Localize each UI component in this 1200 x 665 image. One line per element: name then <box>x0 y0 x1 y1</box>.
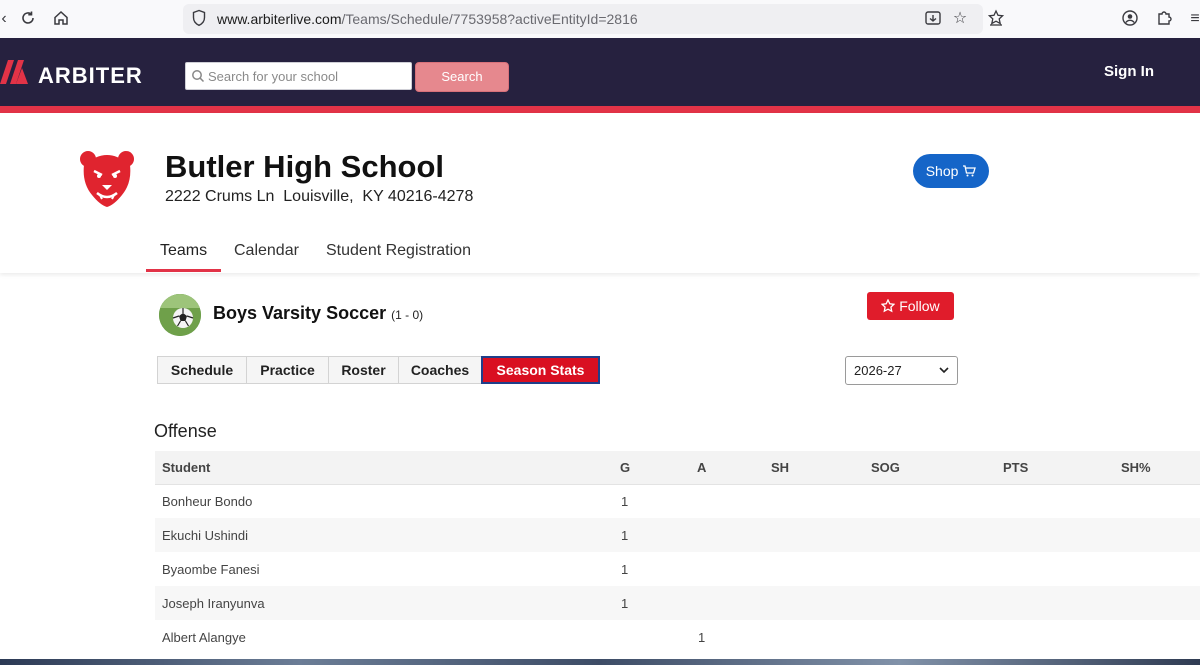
search-icon <box>192 70 205 83</box>
tab-calendar[interactable]: Calendar <box>234 242 299 260</box>
url-host: www.arbiterlive.com <box>217 11 342 27</box>
team-name: Boys Varsity Soccer (1 - 0) <box>213 303 423 324</box>
follow-button[interactable]: Follow <box>867 292 954 320</box>
browser-toolbar: ‹ www.arbiterlive.com/Teams/Schedule/775… <box>0 0 1200 39</box>
school-header: Butler High School 2222 Crums Ln Louisvi… <box>0 113 1200 273</box>
subtab-season-stats[interactable]: Season Stats <box>481 356 600 384</box>
reload-icon[interactable] <box>18 9 38 29</box>
subtab-schedule[interactable]: Schedule <box>157 356 247 384</box>
table-row: Albert Alangye 1 <box>155 620 1200 654</box>
follow-label: Follow <box>899 298 940 314</box>
active-tab-indicator <box>146 269 221 272</box>
soccer-ball-icon <box>159 294 201 336</box>
cell-assists: 1 <box>698 630 706 645</box>
subtab-practice[interactable]: Practice <box>246 356 329 384</box>
bookmark-star-icon[interactable]: ☆ <box>950 9 970 29</box>
back-icon[interactable]: ‹ <box>0 9 14 29</box>
season-select[interactable]: 2026-27 <box>845 356 958 385</box>
offense-section-title: Offense <box>154 421 217 441</box>
cell-student: Albert Alangye <box>162 630 246 645</box>
shield-icon[interactable] <box>189 9 209 29</box>
table-row: Bonheur Bondo 1 <box>155 484 1200 518</box>
extensions-puzzle-icon[interactable] <box>1154 9 1174 29</box>
cell-student: Ekuchi Ushindi <box>162 528 248 543</box>
search-button[interactable]: Search <box>415 62 509 92</box>
school-search-input[interactable] <box>185 62 412 90</box>
col-shot-percentage[interactable]: SH% <box>1121 460 1151 475</box>
cart-icon <box>963 165 977 177</box>
table-header: Student G A SH SOG PTS SH% <box>155 451 1200 485</box>
extension-star-icon[interactable] <box>986 9 1006 29</box>
table-row: Joseph Iranyunva 1 <box>155 586 1200 620</box>
team-avatar <box>159 294 201 336</box>
account-icon[interactable] <box>1120 9 1140 29</box>
col-student[interactable]: Student <box>162 460 210 475</box>
arbiter-logo-text[interactable]: ARBITER <box>38 63 143 89</box>
shop-button[interactable]: Shop <box>913 154 989 188</box>
school-address: 2222 Crums Ln Louisville, KY 40216-4278 <box>165 188 474 205</box>
bear-mascot-logo-icon <box>80 151 134 207</box>
col-goals[interactable]: G <box>620 460 630 475</box>
cell-student: Byaombe Fanesi <box>162 562 260 577</box>
chevron-down-icon <box>939 367 949 374</box>
cell-goals: 1 <box>621 562 629 577</box>
col-shots[interactable]: SH <box>771 460 789 475</box>
site-header: ARBITER Search Sign In <box>0 38 1200 106</box>
cell-student: Joseph Iranyunva <box>162 596 265 611</box>
team-name-text: Boys Varsity Soccer <box>213 303 387 323</box>
col-points[interactable]: PTS <box>1003 460 1028 475</box>
table-row: Ekuchi Ushindi 1 <box>155 518 1200 552</box>
header-accent-stripe <box>0 106 1200 113</box>
tab-teams[interactable]: Teams <box>160 242 207 260</box>
table-row: Byaombe Fanesi 1 <box>155 552 1200 586</box>
menu-icon[interactable]: ≡ <box>1185 9 1200 29</box>
tab-student-registration[interactable]: Student Registration <box>326 242 471 260</box>
subtab-coaches[interactable]: Coaches <box>398 356 482 384</box>
team-record: (1 - 0) <box>391 308 424 322</box>
url-text: www.arbiterlive.com/Teams/Schedule/77539… <box>217 11 638 27</box>
download-page-icon[interactable] <box>923 9 943 29</box>
url-path: /Teams/Schedule/7753958?activeEntityId=2… <box>341 11 638 27</box>
sign-in-link[interactable]: Sign In <box>1104 63 1154 80</box>
school-name: Butler High School <box>165 149 444 184</box>
cell-student: Bonheur Bondo <box>162 494 253 509</box>
col-assists[interactable]: A <box>697 460 706 475</box>
home-icon[interactable] <box>51 9 71 29</box>
season-value: 2026-27 <box>854 363 902 378</box>
col-shots-on-goal[interactable]: SOG <box>871 460 900 475</box>
star-icon <box>880 298 896 313</box>
cell-goals: 1 <box>621 596 629 611</box>
shop-label: Shop <box>925 163 959 179</box>
subtab-roster[interactable]: Roster <box>328 356 399 384</box>
cell-goals: 1 <box>621 528 629 543</box>
cell-goals: 1 <box>621 494 629 509</box>
background-image-strip <box>0 659 1200 665</box>
address-bar[interactable]: www.arbiterlive.com/Teams/Schedule/77539… <box>183 4 983 34</box>
arbiter-logo-icon <box>0 60 28 84</box>
